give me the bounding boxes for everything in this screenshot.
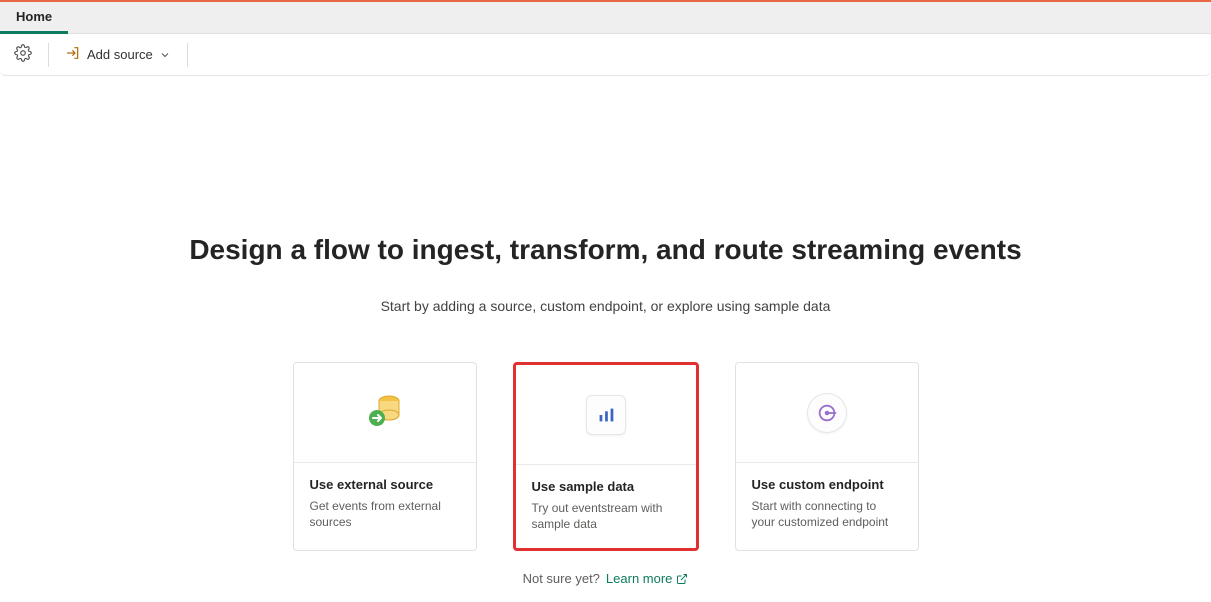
- card-title: Use custom endpoint: [752, 477, 902, 492]
- learn-more-link[interactable]: Learn more: [606, 571, 688, 586]
- card-desc: Get events from external sources: [310, 498, 460, 530]
- external-link-icon: [676, 573, 688, 585]
- card-illustration: [736, 363, 918, 463]
- main: Design a flow to ingest, transform, and …: [0, 76, 1211, 586]
- not-sure-text: Not sure yet?: [523, 571, 600, 586]
- database-arrow-icon: [361, 386, 409, 439]
- card-desc: Try out eventstream with sample data: [532, 500, 680, 532]
- card-use-external-source[interactable]: Use external source Get events from exte…: [293, 362, 477, 551]
- card-use-custom-endpoint[interactable]: Use custom endpoint Start with connectin…: [735, 362, 919, 551]
- card-title: Use sample data: [532, 479, 680, 494]
- add-source-label: Add source: [87, 47, 153, 62]
- card-use-sample-data[interactable]: Use sample data Try out eventstream with…: [513, 362, 699, 551]
- card-illustration: [294, 363, 476, 463]
- footer-line: Not sure yet? Learn more: [523, 571, 689, 586]
- chevron-down-icon: [159, 49, 171, 61]
- card-illustration: [516, 365, 696, 465]
- add-source-button[interactable]: Add source: [55, 39, 181, 71]
- card-row: Use external source Get events from exte…: [293, 362, 919, 551]
- toolbar-separator: [48, 43, 49, 67]
- card-title: Use external source: [310, 477, 460, 492]
- ribbon-tabs: Home: [0, 0, 1211, 34]
- gear-icon: [14, 44, 32, 65]
- toolbar: Add source: [0, 34, 1211, 76]
- bar-chart-icon: [586, 395, 626, 435]
- page-subhead: Start by adding a source, custom endpoin…: [381, 298, 831, 314]
- endpoint-icon: [807, 393, 847, 433]
- settings-button[interactable]: [4, 39, 42, 71]
- toolbar-separator: [187, 43, 188, 67]
- learn-more-label: Learn more: [606, 571, 672, 586]
- enter-arrow-icon: [65, 45, 81, 64]
- card-desc: Start with connecting to your customized…: [752, 498, 902, 530]
- tab-home[interactable]: Home: [0, 2, 68, 34]
- page-headline: Design a flow to ingest, transform, and …: [189, 234, 1021, 266]
